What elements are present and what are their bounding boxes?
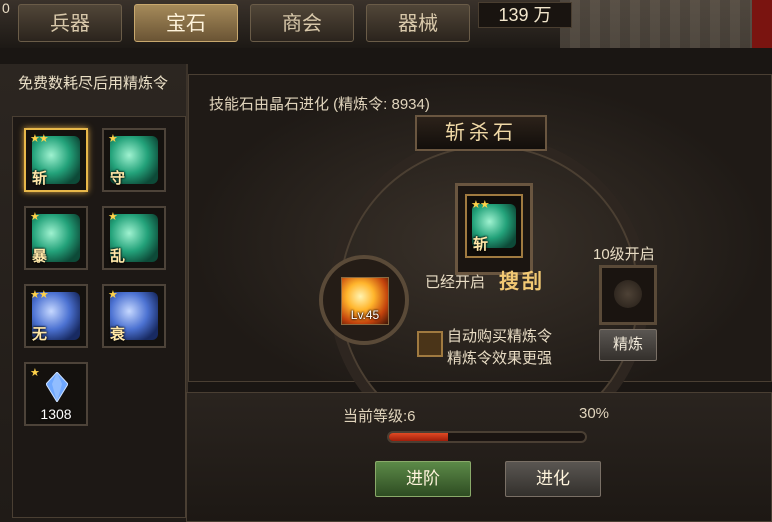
skill-icon[interactable]: Lv.45 bbox=[341, 277, 389, 325]
tab-machinery[interactable]: 器械 bbox=[366, 4, 470, 42]
gem-slot-luan[interactable]: ★ 乱 bbox=[102, 206, 166, 270]
tab-weapons[interactable]: 兵器 bbox=[18, 4, 122, 42]
auto-buy-hint: 精炼令效果更强 bbox=[447, 350, 553, 367]
star-rating: ★★ bbox=[30, 289, 49, 301]
gem-glyph: 衰 bbox=[110, 326, 126, 343]
crystal-slot[interactable]: ★ 1308 bbox=[24, 362, 88, 426]
center-gem-frame: ★★ 斩 bbox=[455, 183, 533, 275]
gem-title: 斩杀石 bbox=[415, 115, 547, 151]
left-panel-header: 免费数耗尽后用精炼令 bbox=[17, 75, 168, 92]
tab-gems[interactable]: 宝石 bbox=[134, 4, 238, 42]
background-banner bbox=[752, 0, 772, 48]
level-panel: 当前等级:6 30% 进阶 进化 bbox=[186, 392, 772, 522]
tab-guild[interactable]: 商会 bbox=[250, 4, 354, 42]
star-rating: ★ bbox=[108, 133, 118, 145]
progress-fill bbox=[389, 433, 448, 441]
unlock-label: 10级开启 bbox=[593, 246, 655, 263]
gem-slot-zhan[interactable]: ★★ 斩 bbox=[24, 128, 88, 192]
auto-buy-label: 自动购买精炼令 bbox=[447, 328, 553, 345]
gem-glyph: 无 bbox=[32, 326, 48, 343]
gem-glyph: 斩 bbox=[473, 236, 489, 253]
skill-frame: Lv.45 bbox=[319, 255, 409, 345]
gem-slot-shuai[interactable]: ★ 衰 bbox=[102, 284, 166, 348]
gem-glyph: 守 bbox=[110, 170, 126, 187]
current-level: 当前等级:6 bbox=[343, 408, 416, 425]
advance-button[interactable]: 进阶 bbox=[375, 461, 471, 497]
star-rating: ★ bbox=[30, 367, 40, 379]
locked-slot[interactable] bbox=[599, 265, 657, 325]
skill-name: 搜刮 bbox=[499, 271, 545, 293]
gem-slot-bao[interactable]: ★ 暴 bbox=[24, 206, 88, 270]
partial-currency-left: 0 bbox=[2, 0, 10, 16]
star-rating: ★★ bbox=[471, 199, 490, 211]
lock-emblem-icon bbox=[614, 280, 642, 308]
gem-slot-shou[interactable]: ★ 守 bbox=[102, 128, 166, 192]
gem-glyph: 暴 bbox=[32, 248, 48, 265]
star-rating: ★ bbox=[30, 211, 40, 223]
info-text: 技能石由晶石进化 (精炼令: 8934) bbox=[209, 96, 430, 113]
gem-glyph: 乱 bbox=[110, 248, 126, 265]
background-scene bbox=[560, 0, 772, 48]
star-rating: ★★ bbox=[30, 133, 49, 145]
opened-label: 已经开启 bbox=[425, 274, 486, 291]
star-rating: ★ bbox=[108, 289, 118, 301]
currency-amount: 139 万 bbox=[478, 2, 572, 28]
evolve-button[interactable]: 进化 bbox=[505, 461, 601, 497]
skill-level: Lv.45 bbox=[350, 308, 380, 322]
center-gem-slot: ★★ 斩 bbox=[465, 194, 523, 258]
refine-button[interactable]: 精炼 bbox=[599, 329, 657, 361]
gem-glyph: 斩 bbox=[32, 170, 48, 187]
auto-buy-checkbox[interactable] bbox=[417, 331, 443, 357]
top-bar: 0 00 万 7000 万 兵器 宝石 商会 器械 139 万 bbox=[0, 0, 772, 48]
progress-bar bbox=[387, 431, 587, 443]
gem-slot-wu[interactable]: ★★ 无 bbox=[24, 284, 88, 348]
star-rating: ★ bbox=[108, 211, 118, 223]
crystal-icon bbox=[46, 372, 68, 402]
progress-percent: 30% bbox=[579, 405, 610, 422]
gem-list-panel: 免费数耗尽后用精炼令 ★★ 斩 ★ 守 ★ 暴 ★ 乱 ★★ 无 ★ 衰 ★ 1… bbox=[0, 64, 188, 522]
gem-detail-panel: 技能石由晶石进化 (精炼令: 8934) 斩杀石 ★★ 斩 Lv.45 已经开启… bbox=[188, 74, 772, 455]
crystal-count: 1308 bbox=[40, 406, 72, 422]
